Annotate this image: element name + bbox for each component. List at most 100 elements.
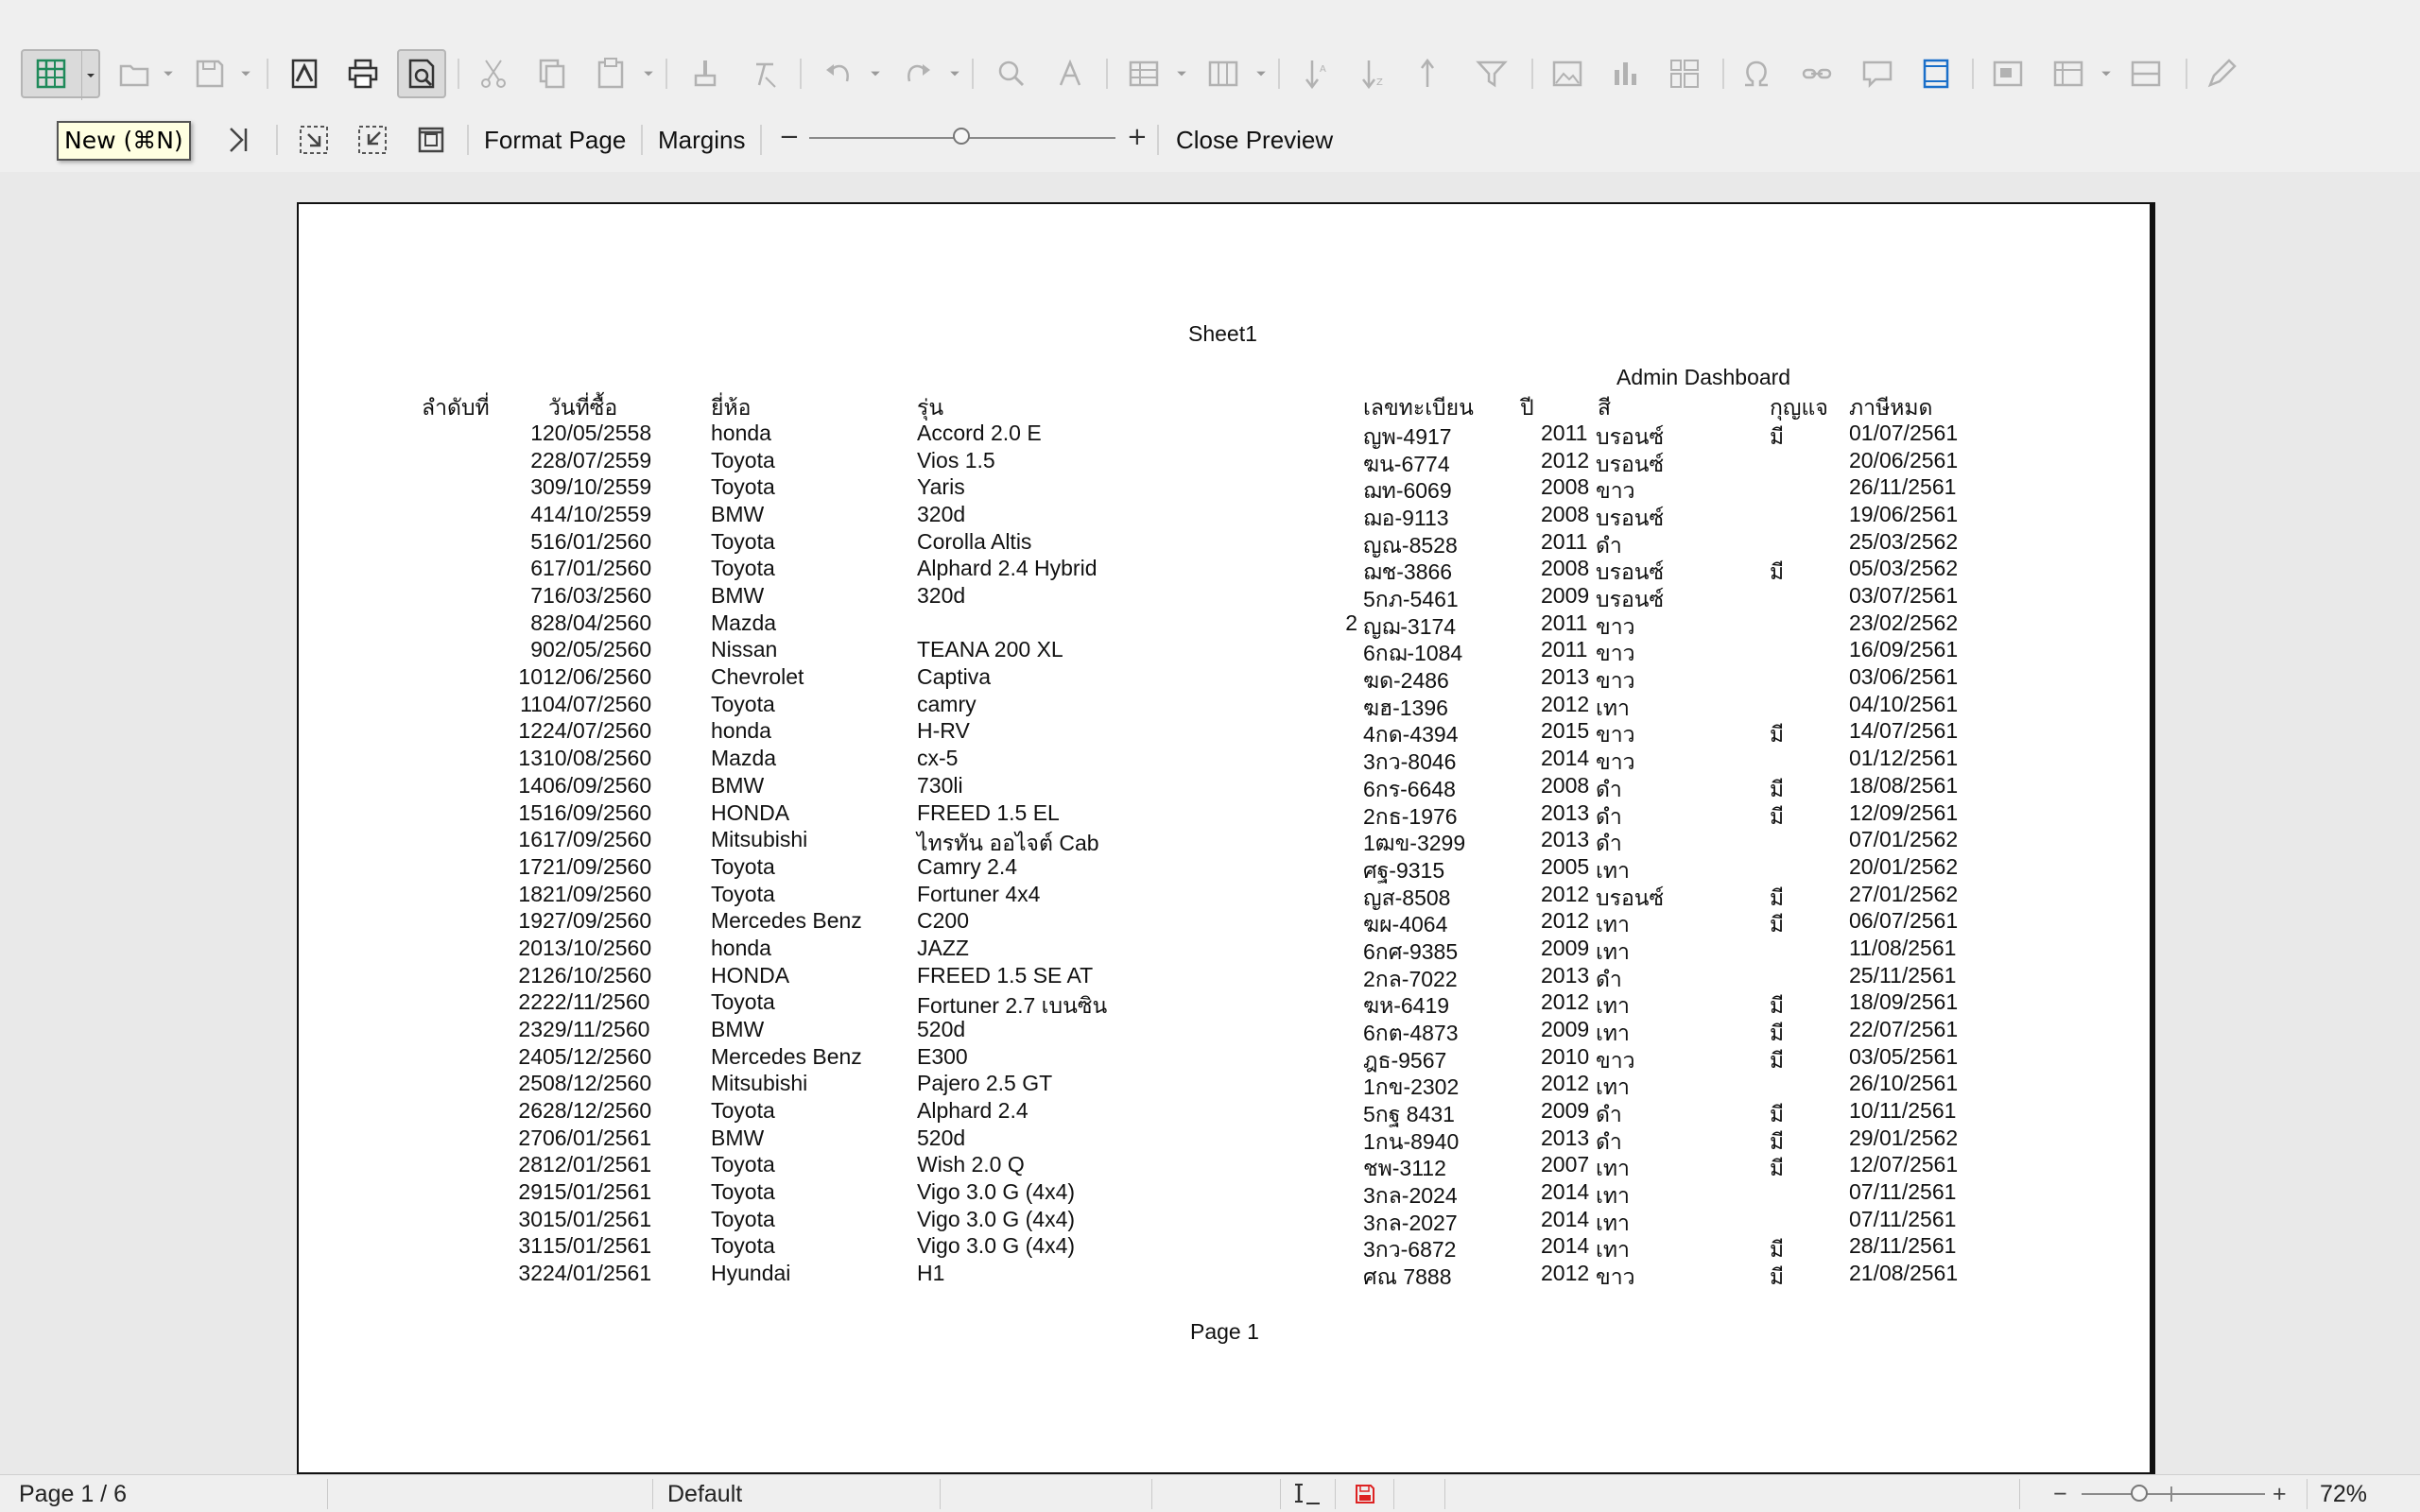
cell-model: Pajero 2.5 GT bbox=[917, 1071, 1053, 1095]
clear-formatting-button[interactable] bbox=[739, 49, 788, 98]
cell-model: Camry 2.4 bbox=[917, 854, 1018, 879]
columns-dropdown-icon[interactable] bbox=[1255, 68, 1267, 79]
define-print-area-button[interactable] bbox=[1983, 49, 2032, 98]
redo-button[interactable] bbox=[892, 49, 942, 98]
statusbar-zoom-slider-knob[interactable] bbox=[2131, 1485, 2148, 1502]
paste-button[interactable] bbox=[586, 49, 635, 98]
autofilter-button[interactable] bbox=[1467, 49, 1516, 98]
cell-model: 320d bbox=[917, 502, 966, 526]
cell-order: 5 bbox=[530, 529, 543, 554]
zoom-in-page-button[interactable] bbox=[293, 119, 335, 161]
zoom-in-button[interactable]: + bbox=[1127, 123, 1148, 151]
cell-year: 2012 bbox=[1541, 692, 1590, 716]
document-modified-icon[interactable] bbox=[1354, 1483, 1376, 1505]
split-window-button[interactable] bbox=[2121, 49, 2170, 98]
freeze-dropdown-icon[interactable] bbox=[2100, 68, 2112, 79]
new-spreadsheet-button[interactable] bbox=[21, 49, 100, 100]
new-dropdown-arrow-icon[interactable] bbox=[81, 51, 98, 100]
undo-dropdown-icon[interactable] bbox=[870, 68, 881, 79]
statusbar-separator bbox=[940, 1479, 941, 1509]
full-screen-button[interactable] bbox=[410, 119, 452, 161]
zoom-out-button[interactable]: − bbox=[779, 123, 800, 151]
columns-icon bbox=[1208, 60, 1238, 87]
page-count[interactable]: Page 1 / 6 bbox=[19, 1481, 127, 1508]
print-button[interactable] bbox=[338, 49, 388, 98]
find-replace-button[interactable] bbox=[987, 49, 1036, 98]
close-preview-button[interactable]: Close Preview bbox=[1176, 121, 1333, 159]
cell-order: 31 bbox=[518, 1233, 543, 1258]
freeze-rows-columns-button[interactable] bbox=[2044, 49, 2093, 98]
margins-button[interactable]: Margins bbox=[658, 121, 745, 159]
toolbar-separator bbox=[800, 59, 802, 89]
columns-button[interactable] bbox=[1199, 49, 1248, 98]
export-pdf-button[interactable] bbox=[280, 49, 329, 98]
cell-model: Vigo 3.0 G (4x4) bbox=[917, 1233, 1076, 1258]
special-character-button[interactable] bbox=[1732, 49, 1781, 98]
cell-order: 20 bbox=[518, 936, 543, 960]
headers-footers-button[interactable] bbox=[1911, 49, 1961, 98]
zoom-percentage[interactable]: 72% bbox=[2320, 1481, 2367, 1508]
cell-tax-expiry: 29/01/2562 bbox=[1849, 1125, 1959, 1150]
preview-zoom-slider-knob[interactable] bbox=[953, 128, 970, 145]
cell-brand: Toyota bbox=[711, 1098, 775, 1123]
cell-year: 2014 bbox=[1541, 1233, 1590, 1258]
cell-order: 9 bbox=[530, 637, 543, 662]
pivot-table-button[interactable] bbox=[1660, 49, 1709, 98]
cell-brand: HONDA bbox=[711, 800, 790, 825]
redo-dropdown-icon[interactable] bbox=[949, 68, 960, 79]
cell-tax-expiry: 14/07/2561 bbox=[1849, 718, 1959, 743]
comment-button[interactable] bbox=[1853, 49, 1902, 98]
cell-order: 32 bbox=[518, 1261, 543, 1285]
spelling-button[interactable] bbox=[1046, 49, 1095, 98]
cell-order: 26 bbox=[518, 1098, 543, 1123]
cut-button[interactable] bbox=[469, 49, 518, 98]
cell-year: 2007 bbox=[1541, 1152, 1590, 1177]
open-dropdown-icon[interactable] bbox=[163, 68, 174, 79]
cell-year: 2012 bbox=[1541, 448, 1590, 472]
cell-purchase-date: 17/01/2560 bbox=[543, 556, 652, 580]
statusbar-zoom-out-button[interactable]: − bbox=[2053, 1481, 2067, 1508]
sort-ascending-button[interactable]: Z bbox=[1350, 49, 1399, 98]
save-dropdown-icon[interactable] bbox=[240, 68, 251, 79]
tooltip: New (⌘N) bbox=[57, 121, 191, 161]
cell-color: ขาว bbox=[1596, 1264, 1635, 1289]
statusbar-separator bbox=[1444, 1479, 1445, 1509]
page-style[interactable]: Default bbox=[667, 1481, 742, 1508]
sort-button[interactable]: A bbox=[1293, 49, 1342, 98]
copy-button[interactable] bbox=[527, 49, 577, 98]
full-screen-icon bbox=[418, 127, 444, 153]
zoom-out-page-button[interactable] bbox=[352, 119, 393, 161]
undo-button[interactable] bbox=[815, 49, 864, 98]
sort-descending-button[interactable] bbox=[1409, 49, 1458, 98]
insert-chart-button[interactable] bbox=[1601, 49, 1651, 98]
rows-button[interactable] bbox=[1119, 49, 1168, 98]
last-page-button[interactable] bbox=[217, 119, 259, 161]
save-button[interactable] bbox=[185, 49, 234, 98]
show-draw-functions-button[interactable] bbox=[2197, 49, 2246, 98]
cell-purchase-date: 13/10/2560 bbox=[543, 936, 652, 960]
statusbar-separator bbox=[1393, 1479, 1394, 1509]
insert-mode-icon[interactable] bbox=[1293, 1481, 1322, 1507]
statusbar-zoom-slider-track[interactable] bbox=[2082, 1493, 2265, 1495]
toolbar-separator bbox=[2186, 59, 2187, 89]
toolbar-separator bbox=[467, 125, 469, 155]
standard-toolbar: A Z bbox=[0, 42, 2420, 104]
rows-dropdown-icon[interactable] bbox=[1176, 68, 1187, 79]
cell-model: Vigo 3.0 G (4x4) bbox=[917, 1179, 1076, 1204]
clone-formatting-button[interactable] bbox=[681, 49, 730, 98]
headers-footers-icon bbox=[1923, 59, 1949, 89]
format-page-button[interactable]: Format Page bbox=[484, 121, 626, 159]
cell-year: 2014 bbox=[1541, 1179, 1590, 1204]
statusbar-separator bbox=[327, 1479, 328, 1509]
cell-model: 520d bbox=[917, 1017, 966, 1041]
cell-order: 13 bbox=[518, 746, 543, 770]
cell-brand: BMW bbox=[711, 583, 765, 608]
print-preview-button[interactable] bbox=[397, 49, 446, 98]
insert-image-button[interactable] bbox=[1543, 49, 1592, 98]
cell-year: 2010 bbox=[1541, 1044, 1590, 1069]
cell-year: 2015 bbox=[1541, 718, 1590, 743]
statusbar-zoom-in-button[interactable]: + bbox=[2273, 1481, 2287, 1508]
open-button[interactable] bbox=[110, 49, 159, 98]
hyperlink-button[interactable] bbox=[1792, 49, 1841, 98]
paste-dropdown-icon[interactable] bbox=[643, 68, 654, 79]
